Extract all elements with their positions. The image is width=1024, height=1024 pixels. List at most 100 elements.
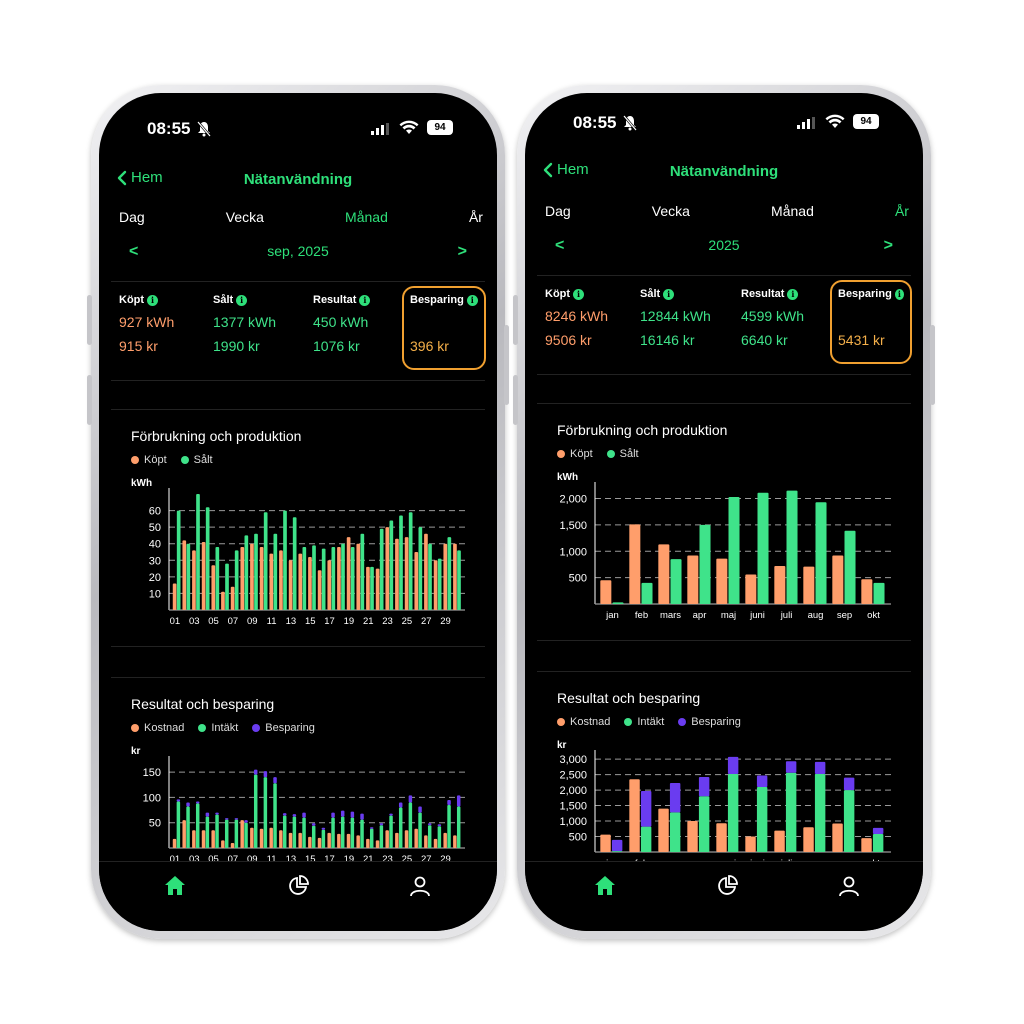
- bar-intakt: [427, 825, 432, 848]
- battery-indicator: 94: [853, 114, 879, 129]
- x-tick-label: 21: [363, 616, 374, 627]
- legend-dot-kopt: [557, 450, 565, 458]
- next-period-button[interactable]: >: [884, 237, 893, 255]
- bar-köpt: [803, 566, 815, 604]
- bar-kostnad: [404, 830, 409, 848]
- period-tabs: Dag Vecka Månad År: [545, 203, 909, 223]
- bar-sålt: [728, 496, 740, 604]
- bar-köpt: [453, 543, 457, 610]
- pie-chart-icon[interactable]: [286, 874, 310, 898]
- legend-besparing: Besparing: [691, 716, 741, 728]
- tab-dag[interactable]: Dag: [545, 203, 571, 223]
- bar-sålt: [176, 510, 181, 610]
- x-tick-label: sep: [837, 610, 852, 621]
- summary-row: Köpt i 927 kWh 915 kr Sålt i 1377 kWh 1990…: [111, 281, 486, 381]
- tab-dag[interactable]: Dag: [119, 209, 145, 229]
- tab-ar[interactable]: År: [895, 203, 909, 223]
- power-button: [930, 325, 935, 405]
- chart-title: Förbrukning och produktion: [557, 422, 728, 438]
- bar-besparing: [389, 813, 393, 816]
- info-icon[interactable]: i: [573, 288, 585, 300]
- info-icon[interactable]: i: [236, 294, 248, 306]
- bar-kostnad: [346, 833, 351, 848]
- summary-kr: 16146 kr: [640, 332, 695, 348]
- phone-right: 08:55 94 Hem Nätanvändning Dag Vecka Mån…: [513, 85, 935, 939]
- info-icon[interactable]: i: [663, 288, 675, 300]
- bar-kostnad: [327, 832, 331, 848]
- bar-köpt: [356, 543, 361, 610]
- tab-manad[interactable]: Månad: [771, 203, 814, 223]
- info-icon[interactable]: i: [359, 294, 371, 306]
- bar-intakt: [350, 817, 355, 848]
- bar-besparing: [447, 799, 451, 805]
- summary-kopt: Köpt i 8246 kWh 9506 kr: [545, 286, 637, 366]
- chart-resultat-ar: kr5001,0001,5002,0002,5003,000janfebmars…: [557, 740, 891, 869]
- summary-kr: 9506 kr: [545, 332, 592, 348]
- bar-besparing: [273, 777, 277, 784]
- info-icon[interactable]: i: [466, 294, 478, 306]
- bar-besparing: [814, 761, 826, 774]
- profile-icon[interactable]: [837, 874, 861, 898]
- summary-head: Köpt: [545, 288, 571, 300]
- bar-intakt: [872, 834, 884, 852]
- bar-intakt: [437, 826, 442, 848]
- bar-köpt: [832, 555, 844, 604]
- y-tick-label: 1,500: [559, 520, 587, 532]
- bar-besparing: [360, 813, 364, 820]
- legend-salt: Sålt: [193, 454, 213, 466]
- bar-kostnad: [288, 832, 293, 848]
- home-icon[interactable]: [163, 874, 187, 898]
- bar-besparing: [331, 812, 335, 818]
- bar-sålt: [292, 517, 297, 610]
- bar-sålt: [408, 512, 413, 610]
- bar-sålt: [418, 527, 423, 610]
- bar-intakt: [292, 816, 297, 848]
- y-tick-label: 10: [149, 588, 161, 600]
- bar-intakt: [340, 816, 345, 848]
- tab-manad[interactable]: Månad: [345, 209, 388, 229]
- profile-icon[interactable]: [408, 874, 432, 898]
- bar-intakt: [263, 777, 268, 848]
- info-icon[interactable]: i: [787, 288, 799, 300]
- bar-intakt: [669, 812, 681, 852]
- bar-besparing: [398, 802, 403, 808]
- x-tick-label: feb: [635, 610, 648, 621]
- tab-ar[interactable]: År: [469, 209, 483, 229]
- summary-kr: 915 kr: [119, 338, 158, 354]
- info-icon[interactable]: i: [147, 294, 159, 306]
- bar-köpt: [182, 540, 187, 610]
- bar-kostnad: [366, 838, 370, 848]
- bar-kostnad: [221, 840, 225, 848]
- summary-row: Köpt i 8246 kWh 9506 kr Sålt i 12844 kWh 1…: [537, 275, 912, 375]
- x-tick-label: 09: [247, 616, 258, 627]
- bar-sålt: [225, 563, 229, 610]
- summary-kopt: Köpt i 927 kWh 915 kr: [119, 292, 211, 372]
- bar-kostnad: [182, 820, 186, 848]
- bar-intakt: [176, 801, 181, 848]
- legend-intakt: Intäkt: [637, 716, 665, 728]
- status-bar: 08:55 94: [147, 119, 453, 141]
- bar-intakt: [215, 814, 219, 848]
- x-tick-label: 19: [344, 616, 355, 627]
- tab-vecka[interactable]: Vecka: [226, 209, 264, 229]
- bell-muted-icon: [197, 121, 211, 137]
- pie-chart-icon[interactable]: [715, 874, 739, 898]
- legend-dot-salt: [606, 450, 615, 458]
- info-icon[interactable]: i: [894, 288, 904, 300]
- summary-resultat: Resultat i 450 kWh 1076 kr: [313, 292, 405, 372]
- bar-sålt: [873, 582, 885, 604]
- screen: 08:55 94 Hem Nätanvändning Dag Vecka Mån…: [99, 93, 497, 931]
- bar-besparing: [244, 820, 248, 823]
- bar-intakt: [447, 805, 451, 848]
- bar-sålt: [254, 533, 258, 610]
- bar-kostnad: [230, 842, 235, 848]
- summary-kwh: [410, 314, 478, 330]
- home-icon[interactable]: [593, 874, 617, 898]
- bar-köpt: [443, 543, 448, 610]
- next-period-button[interactable]: >: [458, 243, 467, 261]
- summary-head: Besparing: [838, 288, 892, 300]
- bar-intakt: [389, 815, 393, 848]
- bar-sålt: [786, 490, 798, 604]
- bar-kostnad: [414, 828, 418, 848]
- tab-vecka[interactable]: Vecka: [652, 203, 690, 223]
